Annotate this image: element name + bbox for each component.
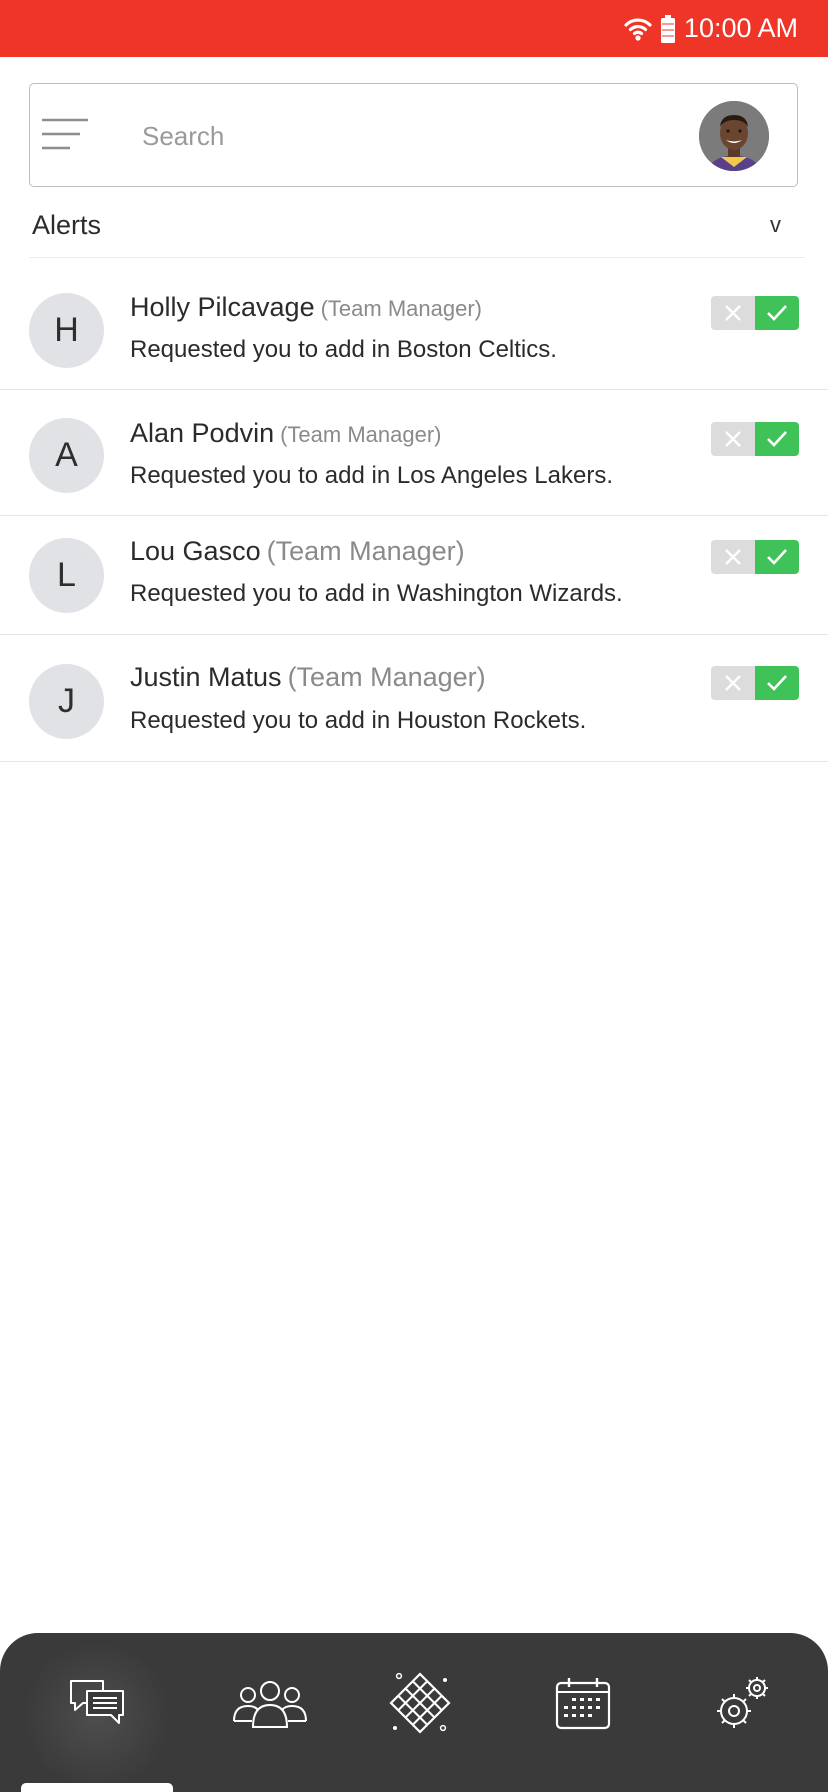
home-indicator — [21, 1783, 173, 1792]
requester-role: (Team Manager) — [266, 536, 465, 566]
alert-item: J Justin Matus (Team Manager) Requested y… — [0, 635, 828, 762]
close-icon — [725, 305, 741, 321]
court-icon — [389, 1672, 451, 1734]
check-icon — [767, 675, 787, 691]
settings-icon — [717, 1677, 768, 1728]
requester-role: (Team Manager) — [287, 662, 486, 692]
status-bar: 10:00 AM — [0, 0, 828, 57]
reject-button[interactable] — [711, 296, 755, 330]
reject-button[interactable] — [711, 422, 755, 456]
search-bar — [29, 83, 798, 187]
initial-avatar: H — [29, 293, 104, 368]
alert-item: L Lou Gasco (Team Manager) Requested you … — [0, 516, 828, 635]
alerts-title: Alerts — [32, 210, 102, 240]
alert-actions — [711, 296, 799, 330]
user-avatar[interactable] — [699, 101, 769, 171]
requester-name: Justin Matus — [130, 662, 282, 692]
close-icon — [725, 549, 741, 565]
alert-name-line: Justin Matus (Team Manager) — [130, 662, 486, 693]
status-time: 10:00 AM — [683, 13, 798, 43]
alert-item: A Alan Podvin (Team Manager) Requested yo… — [0, 390, 828, 516]
alert-list: H Holly Pilcavage (Team Manager) Requeste… — [0, 262, 828, 762]
nav-team[interactable] — [230, 1668, 310, 1738]
alert-name-line: Holly Pilcavage (Team Manager) — [130, 292, 482, 323]
reject-button[interactable] — [711, 540, 755, 574]
menu-icon[interactable] — [40, 116, 90, 156]
team-icon — [233, 1681, 307, 1728]
requester-role: (Team Manager) — [320, 296, 482, 321]
search-input[interactable] — [142, 112, 702, 160]
alert-actions — [711, 666, 799, 700]
alerts-header[interactable]: Alerts v — [29, 204, 805, 258]
requester-name: Holly Pilcavage — [130, 292, 315, 322]
requester-name: Alan Podvin — [130, 418, 275, 448]
initial-avatar: L — [29, 538, 104, 613]
chat-icon — [70, 1680, 124, 1724]
requester-name: Lou Gasco — [130, 536, 261, 566]
close-icon — [725, 675, 741, 691]
initial-avatar: J — [29, 664, 104, 739]
alert-name-line: Lou Gasco (Team Manager) — [130, 536, 465, 567]
nav-calendar[interactable] — [543, 1668, 623, 1738]
accept-button[interactable] — [755, 666, 799, 700]
accept-button[interactable] — [755, 422, 799, 456]
accept-button[interactable] — [755, 540, 799, 574]
wifi-icon — [624, 17, 652, 41]
alert-message: Requested you to add in Boston Celtics. — [130, 336, 557, 363]
reject-button[interactable] — [711, 666, 755, 700]
alert-name-line: Alan Podvin (Team Manager) — [130, 418, 442, 449]
alert-message: Requested you to add in Los Angeles Lake… — [130, 462, 613, 489]
alert-message: Requested you to add in Houston Rockets. — [130, 707, 587, 734]
nav-settings[interactable] — [703, 1668, 783, 1738]
bottom-nav — [0, 1633, 828, 1792]
check-icon — [767, 431, 787, 447]
calendar-icon — [555, 1678, 611, 1730]
nav-chat[interactable] — [57, 1668, 137, 1738]
check-icon — [767, 305, 787, 321]
chevron-down-icon[interactable]: v — [770, 212, 781, 238]
close-icon — [725, 431, 741, 447]
accept-button[interactable] — [755, 296, 799, 330]
alert-item: H Holly Pilcavage (Team Manager) Requeste… — [0, 262, 828, 390]
requester-role: (Team Manager) — [280, 422, 442, 447]
alert-actions — [711, 422, 799, 456]
check-icon — [767, 549, 787, 565]
battery-icon — [660, 14, 676, 43]
alert-actions — [711, 540, 799, 574]
nav-court[interactable] — [380, 1668, 460, 1738]
initial-avatar: A — [29, 418, 104, 493]
alert-message: Requested you to add in Washington Wizar… — [130, 580, 623, 607]
